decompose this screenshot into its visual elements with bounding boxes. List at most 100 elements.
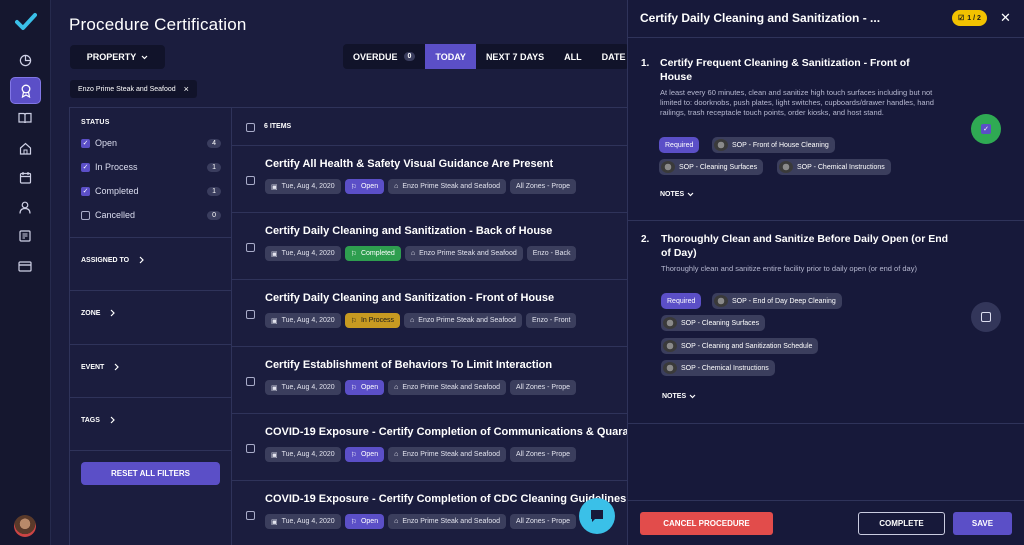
row-checkbox[interactable] bbox=[246, 444, 255, 453]
status-badge: ⚐ Open bbox=[344, 380, 385, 395]
progress-badge: ☑ 1 / 2 bbox=[952, 10, 987, 26]
step-complete-toggle[interactable]: ✓ bbox=[971, 114, 1001, 144]
complete-button[interactable]: COMPLETE bbox=[858, 512, 945, 535]
tab-today[interactable]: TODAY bbox=[425, 44, 476, 69]
notes-toggle[interactable]: NOTES bbox=[662, 393, 696, 400]
zone-text: All Zones - Prope bbox=[516, 183, 571, 190]
checkbox-checked-icon[interactable]: ✓ bbox=[81, 186, 90, 196]
step-complete-toggle[interactable] bbox=[971, 302, 1001, 332]
chevron-right-icon bbox=[111, 309, 116, 317]
status-filter-cancelled[interactable]: Cancelled 0 bbox=[81, 208, 221, 222]
procedure-title[interactable]: Certify Establishment of Behaviors To Li… bbox=[265, 359, 627, 371]
divider bbox=[70, 290, 231, 291]
tab-date[interactable]: DATE bbox=[592, 44, 630, 69]
tab-all[interactable]: ALL bbox=[554, 44, 592, 69]
chat-launcher-button[interactable] bbox=[579, 498, 615, 534]
divider bbox=[628, 423, 1024, 424]
list-item[interactable]: Certify Daily Cleaning and Sanitization … bbox=[232, 280, 627, 347]
procedure-title[interactable]: COVID-19 Exposure - Certify Completion o… bbox=[265, 493, 627, 505]
sop-label: SOP - Front of House Cleaning bbox=[732, 141, 829, 149]
checkbox-checked-icon[interactable]: ✓ bbox=[81, 138, 90, 148]
calendar-icon[interactable] bbox=[13, 165, 37, 189]
reset-filters-button[interactable]: RESET ALL FILTERS bbox=[81, 462, 220, 485]
avatar[interactable] bbox=[14, 515, 36, 537]
row-checkbox[interactable] bbox=[246, 243, 255, 252]
row-meta: ▣ Tue, Aug 4, 2020 ⚐ Completed ⌂ Enzo Prime… bbox=[265, 246, 577, 261]
date-text: Tue, Aug 4, 2020 bbox=[281, 384, 335, 391]
filter-label: TAGS bbox=[81, 416, 100, 424]
book-icon[interactable] bbox=[13, 106, 37, 130]
procedure-title[interactable]: Certify All Health & Safety Visual Guida… bbox=[265, 158, 627, 170]
tab-overdue[interactable]: OVERDUE 0 bbox=[343, 44, 425, 69]
checkbox-checked-icon[interactable]: ✓ bbox=[81, 162, 90, 172]
property-dropdown-button[interactable]: PROPERTY bbox=[70, 45, 165, 69]
checklist-icon: ☑ bbox=[958, 15, 965, 22]
flag-icon: ⚐ bbox=[350, 451, 357, 459]
location-text: Enzo Prime Steak and Seafood bbox=[402, 183, 500, 190]
row-checkbox[interactable] bbox=[246, 377, 255, 386]
list-item[interactable]: COVID-19 Exposure - Certify Completion o… bbox=[232, 481, 627, 545]
row-checkbox[interactable] bbox=[246, 310, 255, 319]
list-item[interactable]: Certify Daily Cleaning and Sanitization … bbox=[232, 213, 627, 280]
list-item[interactable]: Certify All Health & Safety Visual Guida… bbox=[232, 146, 627, 213]
location-pill: ⌂ Enzo Prime Steak and Seafood bbox=[388, 179, 506, 194]
row-checkbox[interactable] bbox=[246, 511, 255, 520]
sop-document-link[interactable]: SOP - End of Day Deep Cleaning bbox=[712, 293, 842, 309]
date-text: Tue, Aug 4, 2020 bbox=[281, 317, 335, 324]
status-filter-completed[interactable]: ✓ Completed 1 bbox=[81, 184, 221, 198]
tab-label: DATE bbox=[601, 51, 626, 62]
card-icon[interactable] bbox=[13, 254, 37, 278]
status-badge: ⚐ In Process bbox=[344, 313, 401, 328]
event-filter[interactable]: EVENT bbox=[81, 363, 120, 371]
home-icon[interactable] bbox=[13, 136, 37, 160]
sop-label: SOP - Cleaning Surfaces bbox=[681, 319, 760, 327]
status-filter-open[interactable]: ✓ Open 4 bbox=[81, 136, 221, 150]
checkbox-unchecked-icon bbox=[981, 312, 991, 322]
sop-document-link[interactable]: SOP - Chemical Instructions bbox=[777, 159, 891, 175]
sop-document-link[interactable]: SOP - Chemical Instructions bbox=[661, 360, 775, 376]
procedure-title[interactable]: Certify Daily Cleaning and Sanitization … bbox=[265, 225, 627, 237]
status-label: Completed bbox=[95, 186, 139, 196]
list-item[interactable]: Certify Establishment of Behaviors To Li… bbox=[232, 347, 627, 414]
logo-check-icon[interactable] bbox=[15, 12, 37, 32]
status-label: Cancelled bbox=[95, 210, 136, 220]
close-icon[interactable]: × bbox=[184, 84, 189, 94]
status-label: In Process bbox=[95, 162, 138, 172]
page-title: Procedure Certification bbox=[69, 15, 247, 34]
calendar-icon: ▣ bbox=[271, 250, 278, 258]
assigned-to-filter[interactable]: ASSIGNED TO bbox=[81, 256, 144, 264]
tab-label: OVERDUE bbox=[353, 51, 398, 62]
user-icon[interactable] bbox=[13, 195, 37, 219]
document-thumbnail-icon bbox=[663, 340, 677, 352]
list-header: 6 ITEMS bbox=[232, 108, 627, 146]
save-button[interactable]: SAVE bbox=[953, 512, 1012, 535]
step-description: Thoroughly clean and sanitize entire fac… bbox=[661, 264, 917, 273]
report-icon[interactable] bbox=[13, 224, 37, 248]
sop-document-link[interactable]: SOP - Cleaning Surfaces bbox=[659, 159, 764, 175]
tags-filter[interactable]: TAGS bbox=[81, 416, 115, 424]
certification-icon[interactable] bbox=[10, 77, 41, 104]
status-filter-in-process[interactable]: ✓ In Process 1 bbox=[81, 160, 221, 174]
tab-next-7-days[interactable]: NEXT 7 DAYS bbox=[476, 44, 554, 69]
cancel-procedure-button[interactable]: CANCEL PROCEDURE bbox=[640, 512, 773, 535]
sop-document-link[interactable]: SOP - Cleaning Surfaces bbox=[661, 315, 766, 331]
sop-document-link[interactable]: SOP - Cleaning and Sanitization Schedule bbox=[661, 338, 819, 354]
procedure-title[interactable]: COVID-19 Exposure - Certify Completion o… bbox=[265, 426, 627, 438]
row-meta: ▣ Tue, Aug 4, 2020 ⚐ Open ⌂ Enzo Prime Stea… bbox=[265, 447, 577, 462]
status-filter-title: STATUS bbox=[81, 119, 110, 126]
sop-document-link[interactable]: SOP - Front of House Cleaning bbox=[712, 137, 835, 153]
zone-filter[interactable]: ZONE bbox=[81, 309, 116, 317]
zone-pill: All Zones - Prope bbox=[510, 179, 577, 194]
date-pill: ▣ Tue, Aug 4, 2020 bbox=[265, 514, 341, 529]
item-count: 6 ITEMS bbox=[264, 123, 292, 130]
dashboard-icon[interactable] bbox=[13, 48, 37, 72]
notes-toggle[interactable]: NOTES bbox=[660, 191, 694, 198]
select-all-checkbox[interactable] bbox=[246, 123, 255, 132]
list-item[interactable]: COVID-19 Exposure - Certify Completion o… bbox=[232, 414, 627, 481]
procedure-title[interactable]: Certify Daily Cleaning and Sanitization … bbox=[265, 292, 627, 304]
close-icon[interactable]: ✕ bbox=[1000, 10, 1011, 26]
status-badge: ⚐ Completed bbox=[344, 246, 401, 261]
row-checkbox[interactable] bbox=[246, 176, 255, 185]
checkbox-unchecked-icon[interactable] bbox=[81, 210, 90, 220]
flag-icon: ⚐ bbox=[350, 317, 357, 325]
